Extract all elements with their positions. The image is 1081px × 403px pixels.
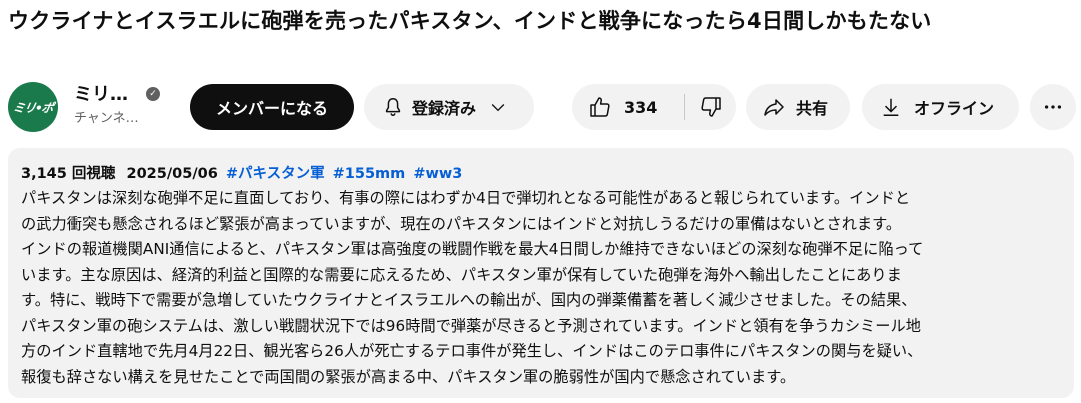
- description-line: います。主な原因は、経済的利益と国際的な需要に応えるため、パキスタン軍が保有して…: [21, 265, 902, 284]
- description-line: す。特に、戦時下で需要が急増していたウクライナとイスラエルへの輸出が、国内の弾薬…: [21, 291, 917, 309]
- chevron-down-icon: [488, 97, 508, 117]
- hashtag-link[interactable]: #155mm: [333, 166, 406, 182]
- description-panel[interactable]: 3,145 回視聴 2025/05/06 #パキスタン軍 #155mm #ww3…: [8, 148, 1074, 398]
- thumbs-up-icon: [588, 95, 612, 119]
- description-line: パキスタン軍の砲システムは、激しい戦闘状況下では96時間で弾薬が尽きると予測され…: [21, 316, 922, 335]
- offline-label: オフライン: [914, 99, 995, 118]
- hashtag-link[interactable]: #パキスタン軍: [226, 166, 325, 182]
- upload-date: 2025/05/06: [126, 166, 218, 182]
- dislike-button[interactable]: [685, 95, 736, 119]
- share-label: 共有: [796, 99, 829, 118]
- like-dislike-group: 334: [572, 84, 736, 130]
- subscribed-label: 登録済み: [412, 99, 477, 118]
- share-arrow-icon: [762, 95, 786, 119]
- channel-avatar[interactable]: ミリ•ポ: [8, 82, 58, 132]
- description-line: の武力衝突も懸念されるほど緊張が高まっていますが、現在のパキスタンにはインドと対…: [21, 214, 902, 233]
- description-line: パキスタンは深刻な砲弾不足に直面しており、有事の際にはわずか4日で弾切れとなる可…: [21, 189, 911, 207]
- video-title: ウクライナとイスラエルに砲弾を売ったパキスタン、インドと戦争になったら4日間しか…: [8, 9, 932, 33]
- avatar-logo-text: ミリ•ポ: [11, 100, 54, 115]
- join-membership-button[interactable]: メンバーになる: [190, 84, 354, 130]
- description-meta: 3,145 回視聴 2025/05/06 #パキスタン軍 #155mm #ww3: [21, 162, 1062, 186]
- hashtag-link[interactable]: #ww3: [413, 166, 462, 182]
- share-button[interactable]: 共有: [746, 84, 850, 130]
- like-button[interactable]: 334: [572, 95, 684, 119]
- download-offline-button[interactable]: オフライン: [862, 84, 1019, 130]
- channel-name[interactable]: ミリ…: [74, 84, 128, 106]
- channel-subscriber-count: チャンネ…: [74, 111, 139, 126]
- download-icon: [880, 96, 902, 118]
- view-count: 3,145 回視聴: [21, 166, 116, 182]
- more-horizontal-icon: [1042, 96, 1064, 118]
- like-count: 334: [624, 97, 658, 117]
- bell-icon: [382, 96, 404, 118]
- verified-check-icon: ✓: [146, 87, 160, 101]
- subscribed-button[interactable]: 登録済み: [364, 84, 534, 130]
- description-line: インドの報道機関ANI通信によると、パキスタン軍は高強度の戦闘作戦を最大4日間し…: [21, 240, 924, 258]
- description-line: 方のインド直轄地で先月4月22日、観光客ら26人が死亡するテロ事件が発生し、イン…: [21, 342, 923, 360]
- description-line: 報復も辞さない構えを見せたことで両国間の緊張が高まる中、パキスタン軍の脆弱性が国…: [21, 367, 796, 386]
- thumbs-down-icon: [699, 95, 723, 119]
- owner-action-row: ミリ•ポ ミリ… ✓ チャンネ… メンバーになる 登録済み 334 共有 オフラ…: [8, 82, 1078, 132]
- more-actions-button[interactable]: [1030, 84, 1076, 130]
